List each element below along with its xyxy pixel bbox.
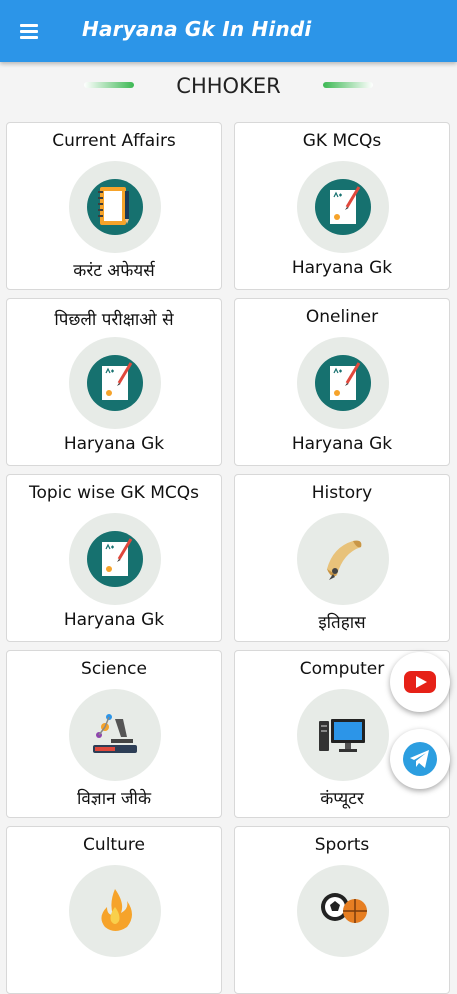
card-subtitle: कंप्यूटर [320, 789, 364, 809]
telegram-button[interactable] [390, 729, 450, 789]
brand-row: CHHOKER [0, 62, 457, 112]
card-subtitle: विज्ञान जीके [76, 789, 152, 809]
card-subtitle: Haryana Gk [63, 610, 165, 630]
card-title: पिछली परीक्षाओ से [54, 310, 174, 330]
card-previous-exams[interactable]: पिछली परीक्षाओ से Haryana Gk [6, 298, 222, 466]
card-title: Topic wise GK MCQs [28, 483, 199, 503]
card-subtitle: Haryana Gk [291, 258, 393, 278]
notebook-icon [69, 161, 161, 253]
card-title: Science [81, 659, 147, 679]
microscope-icon [69, 689, 161, 781]
quiz-paper-icon [297, 337, 389, 429]
menu-button[interactable] [14, 17, 44, 47]
quiz-paper-icon [69, 513, 161, 605]
app-title: Haryana Gk In Hindi [82, 17, 312, 41]
card-topic-wise-gk-mcqs[interactable]: Topic wise GK MCQs Haryana Gk [6, 474, 222, 642]
ball-icon [297, 865, 389, 957]
menu-icon [20, 24, 38, 27]
card-title: Oneliner [305, 307, 379, 327]
card-gk-mcqs[interactable]: GK MCQs Haryana Gk [234, 122, 450, 290]
youtube-icon [404, 671, 436, 693]
card-title: GK MCQs [302, 131, 382, 151]
scroll-icon [297, 513, 389, 605]
card-subtitle: Haryana Gk [291, 434, 393, 454]
card-subtitle: इतिहास [318, 613, 366, 633]
app-bar: Haryana Gk In Hindi [0, 0, 457, 62]
computer-icon [297, 689, 389, 781]
card-history[interactable]: History इतिहास [234, 474, 450, 642]
card-title: History [311, 483, 373, 503]
card-current-affairs[interactable]: Current Affairs करंट अफेयर्स [6, 122, 222, 290]
card-culture[interactable]: Culture [6, 826, 222, 994]
card-title: Culture [83, 835, 145, 855]
card-subtitle: करंट अफेयर्स [73, 261, 155, 281]
card-title: Sports [314, 835, 370, 855]
telegram-icon [403, 742, 437, 776]
card-sports[interactable]: Sports [234, 826, 450, 994]
youtube-button[interactable] [390, 652, 450, 712]
brand-name: CHHOKER [176, 74, 281, 98]
card-title: Current Affairs [52, 131, 176, 151]
quiz-paper-icon [297, 161, 389, 253]
decor-line-right [323, 82, 373, 88]
card-science[interactable]: Science विज्ञान जीके [6, 650, 222, 818]
quiz-paper-icon [69, 337, 161, 429]
flame-icon [69, 865, 161, 957]
card-subtitle: Haryana Gk [63, 434, 165, 454]
card-oneliner[interactable]: Oneliner Haryana Gk [234, 298, 450, 466]
